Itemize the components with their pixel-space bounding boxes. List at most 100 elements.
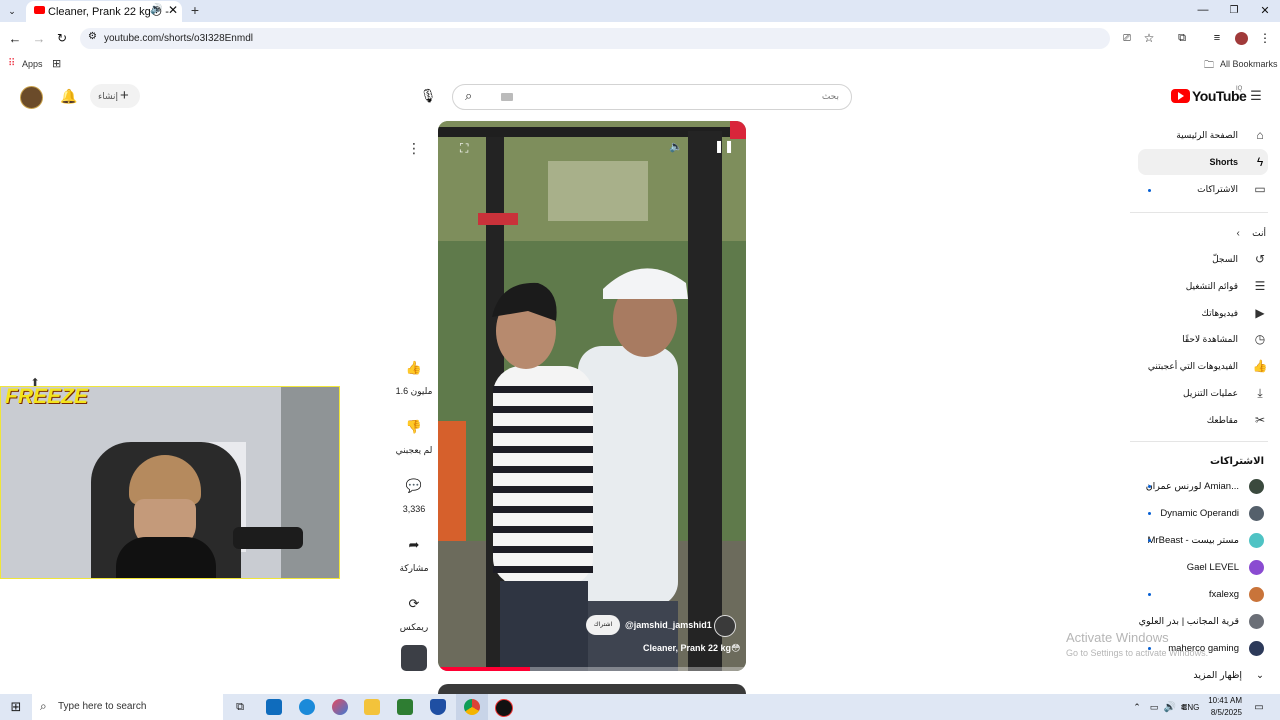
- tray-chevron-icon[interactable]: ⌃: [1132, 700, 1142, 714]
- subscriptions-header[interactable]: الاشتراكات: [1210, 456, 1264, 467]
- subscription-item[interactable]: fxalexg: [1084, 581, 1264, 607]
- next-short-preview[interactable]: [438, 684, 746, 694]
- forward-icon[interactable]: →: [32, 31, 46, 46]
- file-explorer-icon[interactable]: [364, 699, 380, 715]
- search-icon[interactable]: ⌕: [465, 88, 472, 104]
- taskbar-search[interactable]: ⌕ Type here to search: [32, 694, 223, 720]
- all-bookmarks[interactable]: All Bookmarks: [1220, 59, 1278, 69]
- site-info-icon[interactable]: ⚙: [88, 31, 97, 42]
- sidebar-you-header[interactable]: ‹ أنت: [1038, 220, 1268, 246]
- youtube-logo-icon[interactable]: [1171, 89, 1190, 103]
- notifications-bell-icon[interactable]: 🔔: [60, 87, 78, 105]
- obs-icon[interactable]: [495, 699, 513, 717]
- sidebar-item-your-videos[interactable]: فيديوهاتك ▶: [1038, 300, 1268, 326]
- channel-handle[interactable]: @jamshid_jamshid1: [625, 620, 712, 630]
- tab-search-chevron-icon[interactable]: ⌄: [5, 4, 19, 18]
- shorts-video-player[interactable]: ⛶ 🔈 ❚❚ اشتراك @jamshid_jamshid1 Cleaner,…: [438, 121, 746, 671]
- minimize-icon[interactable]: —: [1196, 3, 1210, 17]
- profile-avatar[interactable]: [1235, 32, 1248, 45]
- subscription-name: قرية المجانب | بدر العلوي: [1138, 615, 1239, 627]
- subscription-item[interactable]: Gael LEVEL: [1084, 554, 1264, 580]
- taskbar-active-chrome[interactable]: [456, 694, 488, 720]
- back-icon[interactable]: ←: [8, 31, 22, 46]
- chrome-icon: [464, 699, 480, 715]
- clock-time[interactable]: 10:41 AM: [1206, 696, 1242, 705]
- progress-track[interactable]: [438, 667, 746, 671]
- window-close-icon[interactable]: ✕: [1258, 3, 1272, 17]
- cast-icon[interactable]: ⎚: [1120, 31, 1134, 45]
- bookmark-star-icon[interactable]: ☆: [1142, 31, 1156, 45]
- more-options-icon[interactable]: ⋮: [404, 138, 424, 158]
- browser-menu-icon[interactable]: ⋮: [1258, 31, 1272, 45]
- sidebar-item-home[interactable]: الصفحة الرئيسية ⌂: [1038, 122, 1268, 148]
- language-indicator[interactable]: ENG: [1182, 703, 1199, 712]
- sidebar-divider: [1130, 441, 1268, 442]
- guide-menu-icon[interactable]: ☰: [1248, 88, 1264, 104]
- sidebar-item-clips[interactable]: مقاطعك ✂: [1038, 407, 1268, 433]
- volume-icon[interactable]: 🔈: [669, 140, 683, 153]
- task-view-icon[interactable]: ⧉: [232, 699, 248, 715]
- subscription-item[interactable]: لورنس عمران Amian...: [1084, 473, 1264, 499]
- sidebar-item-history[interactable]: السجلّ ↺: [1038, 246, 1268, 272]
- notifications-center-icon[interactable]: ▭: [1252, 700, 1266, 714]
- like-action[interactable]: 👍 1.6 مليون: [394, 354, 434, 397]
- comments-action[interactable]: 💬 3,336: [394, 472, 434, 514]
- browser-tab[interactable]: Cleaner, Prank 22 kg😳 - 🔊 ✕: [26, 1, 182, 22]
- media-control-icon[interactable]: ≡: [1210, 31, 1224, 45]
- pause-icon[interactable]: ❚❚: [714, 139, 734, 153]
- apps-grid-icon: ⠿: [8, 58, 16, 69]
- outlook-icon[interactable]: [266, 699, 282, 715]
- voice-search-icon[interactable]: 🎙: [420, 87, 437, 105]
- sidebar-item-subscriptions[interactable]: الاشتراكات ▭: [1038, 176, 1268, 202]
- subscription-avatar: [1249, 640, 1264, 656]
- user-avatar[interactable]: [20, 86, 43, 109]
- subscribe-button[interactable]: اشتراك: [586, 615, 620, 635]
- subscription-item[interactable]: MrBeast - مستر بيست: [1084, 527, 1264, 553]
- edge-icon[interactable]: [299, 699, 315, 715]
- subscription-item[interactable]: Dynamic Operandi: [1084, 500, 1264, 526]
- person-shirt: [116, 537, 216, 578]
- tab-close-icon[interactable]: ✕: [168, 3, 178, 17]
- sidebar-item-watch-later[interactable]: المشاهدة لاحقًا ◷: [1038, 326, 1268, 352]
- remix-icon[interactable]: ⟳: [400, 590, 428, 618]
- restore-icon[interactable]: ❐: [1227, 3, 1241, 17]
- clock-date[interactable]: 8/5/2025: [1206, 708, 1242, 717]
- like-count: 1.6 مليون: [395, 386, 433, 396]
- copilot-icon[interactable]: [332, 699, 348, 715]
- sidebar-item-shorts[interactable]: Shorts ϟ: [1138, 149, 1268, 175]
- like-icon[interactable]: 👍: [400, 354, 428, 382]
- search-box[interactable]: ⌕ بحث: [452, 84, 852, 110]
- windows-start-icon[interactable]: ⊞: [8, 699, 24, 715]
- keyboard-icon[interactable]: [501, 93, 513, 101]
- video-sky-patch: [548, 161, 648, 221]
- create-button[interactable]: إنشاء +: [90, 84, 140, 108]
- network-icon[interactable]: ▭: [1148, 700, 1160, 714]
- share-icon[interactable]: ➦: [400, 531, 428, 559]
- tab-groups-icon[interactable]: ⊞: [52, 57, 61, 70]
- channel-avatar[interactable]: [714, 615, 736, 637]
- scroll-up-icon[interactable]: ⬆: [28, 376, 42, 389]
- reload-icon[interactable]: ↻: [55, 31, 69, 45]
- extensions-icon[interactable]: ⧉: [1175, 31, 1189, 45]
- share-action[interactable]: ➦ مشاركة: [394, 531, 434, 574]
- sidebar-item-playlists[interactable]: قوائم التشغيل ☰: [1038, 273, 1268, 299]
- sidebar-item-label: عمليات التنزيل: [1183, 387, 1238, 398]
- subscription-name: لورنس عمران Amian...: [1145, 480, 1239, 492]
- remix-action[interactable]: ⟳ ريمكس: [394, 590, 434, 633]
- fullscreen-icon[interactable]: ⛶: [460, 141, 468, 156]
- comments-icon[interactable]: 💬: [400, 472, 428, 500]
- apps-bookmark[interactable]: Apps: [22, 59, 43, 69]
- dislike-icon[interactable]: 👎: [400, 413, 428, 441]
- sound-thumbnail[interactable]: [401, 645, 427, 671]
- address-bar[interactable]: ⚙ youtube.com/shorts/o3I328Enmdl: [80, 28, 1110, 49]
- defender-icon[interactable]: [430, 699, 446, 715]
- store-icon[interactable]: [397, 699, 413, 715]
- speaker-icon[interactable]: 🔊: [1164, 700, 1176, 714]
- new-tab-icon[interactable]: +: [188, 2, 202, 18]
- comments-count: 3,336: [402, 504, 426, 514]
- tab-audio-icon[interactable]: 🔊: [150, 4, 162, 15]
- dislike-action[interactable]: 👎 لم يعجبني: [394, 413, 434, 456]
- sidebar-item-downloads[interactable]: عمليات التنزيل ⤓: [1038, 380, 1268, 406]
- sidebar-item-liked[interactable]: الفيديوهات التي أعجبتني 👍: [1038, 353, 1268, 379]
- show-more-button[interactable]: إظهار المزيد ⌄: [1084, 662, 1264, 688]
